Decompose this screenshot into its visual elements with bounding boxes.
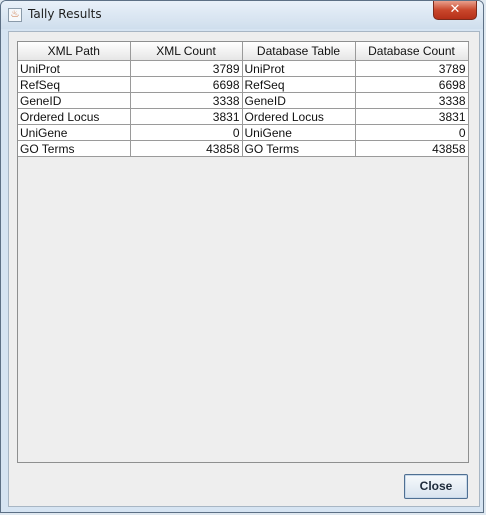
close-button[interactable]: Close [404,474,468,499]
column-header-database-count[interactable]: Database Count [354,42,469,61]
table-row[interactable]: UniProt 3789 UniProt 3789 [18,60,469,77]
table-header-row: XML Path XML Count Database Table Databa… [18,42,469,61]
cell-xml-path[interactable]: RefSeq [18,76,131,93]
cell-xml-count[interactable]: 3831 [129,108,243,125]
cell-database-count[interactable]: 0 [354,124,469,141]
results-table: XML Path XML Count Database Table Databa… [18,42,469,157]
table-row[interactable]: GO Terms 43858 GO Terms 43858 [18,140,469,157]
cell-database-count[interactable]: 43858 [354,140,469,157]
title-bar[interactable]: ♨ Tally Results ✕ [1,1,483,29]
cell-xml-count[interactable]: 0 [129,124,243,141]
cell-xml-path[interactable]: UniGene [18,124,131,141]
dialog-content: XML Path XML Count Database Table Databa… [8,31,480,507]
cell-database-table[interactable]: RefSeq [241,76,356,93]
cell-xml-path[interactable]: Ordered Locus [18,108,131,125]
cell-database-table[interactable]: GO Terms [241,140,356,157]
column-header-database-table[interactable]: Database Table [241,42,356,61]
cell-database-table[interactable]: UniProt [241,60,356,77]
cell-database-table[interactable]: GeneID [241,92,356,109]
window-close-button[interactable]: ✕ [433,1,477,20]
cell-xml-path[interactable]: GO Terms [18,140,131,157]
cell-xml-count[interactable]: 43858 [129,140,243,157]
cell-xml-path[interactable]: GeneID [18,92,131,109]
table-row[interactable]: GeneID 3338 GeneID 3338 [18,92,469,109]
table-row[interactable]: Ordered Locus 3831 Ordered Locus 3831 [18,108,469,125]
table-row[interactable]: RefSeq 6698 RefSeq 6698 [18,76,469,93]
cell-xml-count[interactable]: 3789 [129,60,243,77]
dialog-window: ♨ Tally Results ✕ XML Path XML Count Dat… [0,0,484,513]
cell-xml-path[interactable]: UniProt [18,60,131,77]
cell-database-count[interactable]: 3831 [354,108,469,125]
column-header-xml-path[interactable]: XML Path [18,42,131,61]
cell-database-table[interactable]: Ordered Locus [241,108,356,125]
window-title: Tally Results [28,7,102,21]
cell-database-count[interactable]: 6698 [354,76,469,93]
cell-database-count[interactable]: 3338 [354,92,469,109]
cell-xml-count[interactable]: 3338 [129,92,243,109]
cell-xml-count[interactable]: 6698 [129,76,243,93]
java-icon: ♨ [8,8,22,22]
cell-database-count[interactable]: 3789 [354,60,469,77]
cell-database-table[interactable]: UniGene [241,124,356,141]
results-table-panel: XML Path XML Count Database Table Databa… [17,41,469,463]
table-row[interactable]: UniGene 0 UniGene 0 [18,124,469,141]
column-header-xml-count[interactable]: XML Count [129,42,243,61]
